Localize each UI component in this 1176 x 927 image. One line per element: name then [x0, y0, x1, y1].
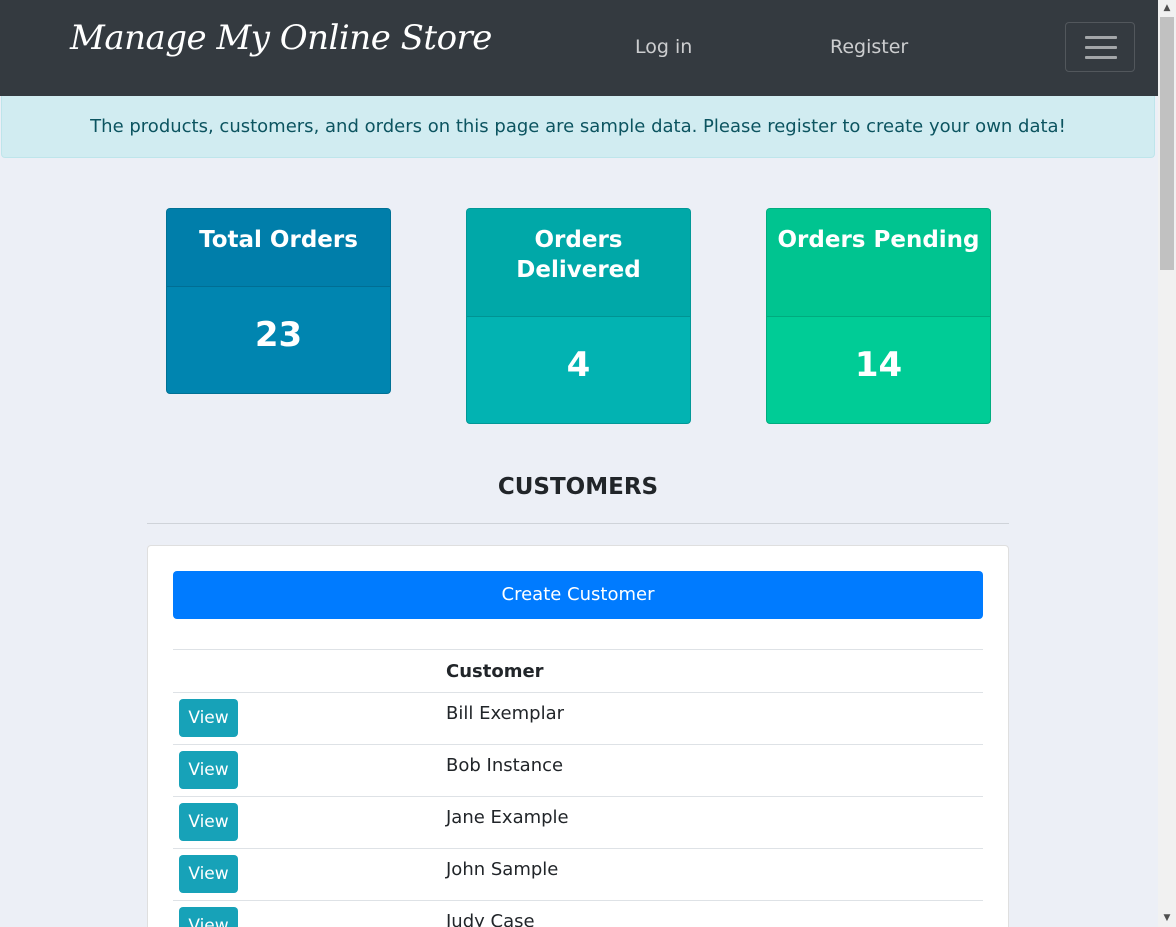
- table-row: View John Sample: [173, 849, 983, 901]
- nav-register-link[interactable]: Register: [830, 36, 908, 58]
- hamburger-icon: [1085, 56, 1117, 59]
- view-button[interactable]: View: [179, 907, 238, 927]
- total-orders-value: 23: [254, 315, 303, 355]
- customer-name: John Sample: [446, 859, 559, 880]
- scroll-down-arrow-icon[interactable]: ▼: [1158, 910, 1176, 927]
- view-button[interactable]: View: [179, 855, 238, 893]
- view-button[interactable]: View: [179, 699, 238, 737]
- table-row: View Jane Example: [173, 797, 983, 849]
- orders-pending-label: Orders Pending: [767, 209, 990, 317]
- section-divider: [147, 523, 1009, 524]
- customers-table: Customer View Bill Exemplar View Bob Ins…: [173, 649, 983, 927]
- sample-data-alert: The products, customers, and orders on t…: [1, 96, 1155, 158]
- table-header: Customer: [173, 649, 983, 693]
- orders-delivered-value: 4: [566, 345, 591, 385]
- hamburger-icon: [1085, 46, 1117, 49]
- customer-name: Bob Instance: [446, 755, 564, 776]
- orders-delivered-label: Orders Delivered: [467, 209, 690, 317]
- customer-name: Judy Case: [446, 911, 535, 927]
- orders-pending-value: 14: [854, 345, 903, 385]
- navbar: Manage My Online Store Log in Register: [0, 0, 1158, 96]
- create-customer-button[interactable]: Create Customer: [173, 571, 983, 619]
- total-orders-card: Total Orders 23: [166, 208, 391, 394]
- scrollbar-thumb[interactable]: [1160, 17, 1174, 270]
- table-row: View Bob Instance: [173, 745, 983, 797]
- customers-card: Create Customer Customer View Bill Exemp…: [147, 545, 1009, 927]
- view-button[interactable]: View: [179, 803, 238, 841]
- scroll-up-arrow-icon[interactable]: ▲: [1158, 0, 1176, 17]
- customer-name: Jane Example: [446, 807, 569, 828]
- hamburger-icon: [1085, 36, 1117, 39]
- nav-login-link[interactable]: Log in: [635, 36, 692, 58]
- brand-logo[interactable]: Manage My Online Store: [70, 18, 492, 58]
- view-button[interactable]: View: [179, 751, 238, 789]
- table-row: View Bill Exemplar: [173, 693, 983, 745]
- customer-name: Bill Exemplar: [446, 703, 565, 724]
- total-orders-label: Total Orders: [167, 209, 390, 287]
- page-scrollbar[interactable]: ▲ ▼: [1158, 0, 1176, 927]
- table-row: View Judy Case: [173, 901, 983, 927]
- orders-delivered-card: Orders Delivered 4: [466, 208, 691, 424]
- orders-pending-card: Orders Pending 14: [766, 208, 991, 424]
- customer-column-header: Customer: [446, 661, 544, 682]
- navbar-toggler-button[interactable]: [1065, 22, 1135, 72]
- customers-heading: CUSTOMERS: [497, 474, 659, 500]
